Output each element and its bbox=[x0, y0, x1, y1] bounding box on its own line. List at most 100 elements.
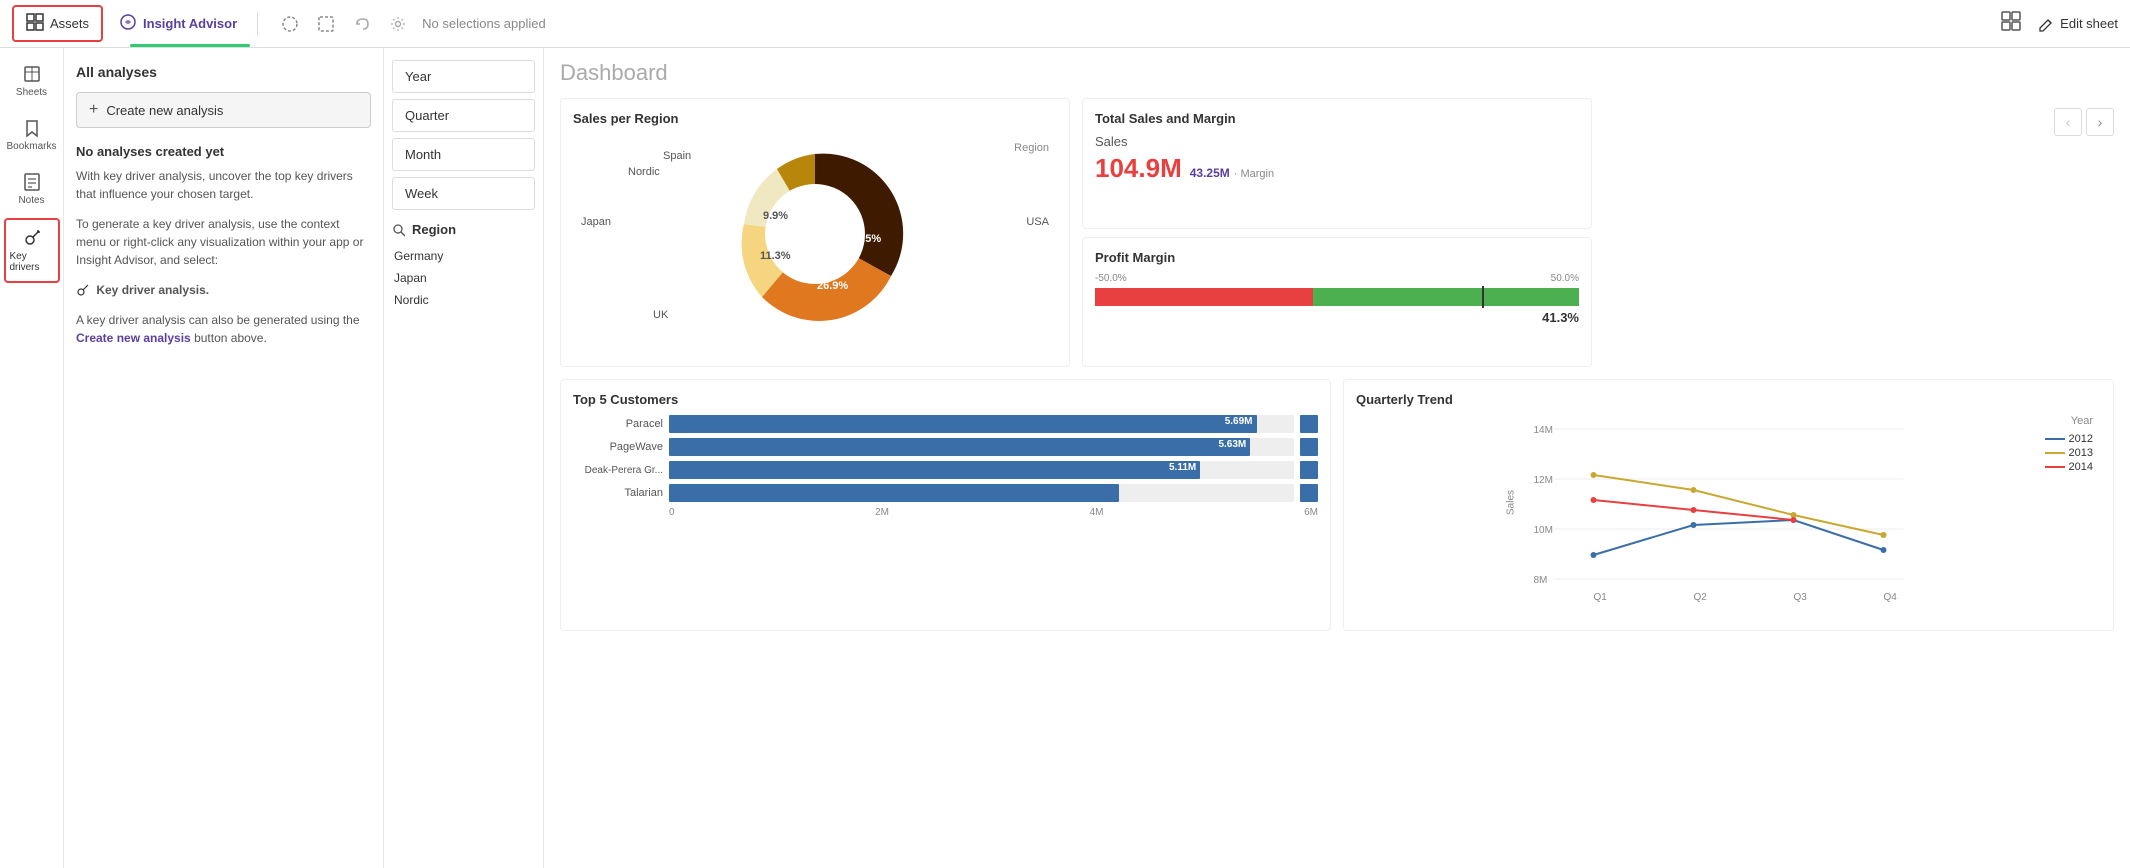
right-top-column: Total Sales and Margin Sales 104.9M 43.2… bbox=[1082, 98, 1592, 367]
analysis-desc-key: Key driver analysis. bbox=[76, 281, 371, 299]
trend-svg: 14M 12M 10M 8M Q1 Q2 Q3 Q4 bbox=[1356, 415, 2101, 615]
bar-row-deak: Deak-Perera Gr... 5.11M bbox=[573, 461, 1318, 479]
filter-year[interactable]: Year bbox=[392, 60, 535, 93]
bar-fill-talarian bbox=[669, 484, 1119, 502]
bar-row-pagewave: PageWave 5.63M bbox=[573, 438, 1318, 456]
legend-2012-label: 2012 bbox=[2069, 433, 2093, 445]
analysis-desc-2: To generate a key driver analysis, use t… bbox=[76, 215, 371, 269]
svg-text:Q1: Q1 bbox=[1594, 592, 1608, 603]
nav-tools bbox=[274, 8, 414, 40]
top-right-placeholder bbox=[1604, 98, 2114, 367]
region-header: Region bbox=[392, 222, 535, 237]
bar-axis: 0 2M 4M 6M bbox=[573, 507, 1318, 518]
svg-text:Q4: Q4 bbox=[1884, 592, 1898, 603]
axis-6m: 6M bbox=[1304, 507, 1318, 518]
bar-value-deak: 5.11M bbox=[1169, 462, 1196, 473]
region-legend-label: Region bbox=[1014, 142, 1049, 154]
lasso-tool-button[interactable] bbox=[274, 8, 306, 40]
key-driver-label: Key driver analysis. bbox=[96, 283, 209, 297]
bar-fill-pagewave: 5.63M bbox=[669, 438, 1250, 456]
profit-bar bbox=[1095, 288, 1579, 306]
top5-customers-card: Top 5 Customers Paracel 5.69M PageWave bbox=[560, 379, 1331, 631]
grid-view-icon[interactable] bbox=[2000, 10, 2022, 37]
edit-sheet-button[interactable]: Edit sheet bbox=[2038, 16, 2118, 32]
bottom-charts: Top 5 Customers Paracel 5.69M PageWave bbox=[560, 379, 2114, 631]
nav-separator bbox=[257, 12, 258, 36]
sidebar-item-notes[interactable]: Notes bbox=[4, 164, 60, 214]
usa-label: USA bbox=[1026, 216, 1049, 228]
axis-0: 0 bbox=[669, 507, 675, 518]
next-arrow-button[interactable]: › bbox=[2086, 108, 2114, 136]
profit-percent: 41.3% bbox=[1095, 310, 1579, 325]
quarterly-trend-card: Quarterly Trend Year 2012 2013 bbox=[1343, 379, 2114, 631]
undo-button[interactable] bbox=[346, 8, 378, 40]
bar-label-deak: Deak-Perera Gr... bbox=[573, 465, 663, 476]
sidebar-key-drivers-label: Key drivers bbox=[10, 251, 54, 273]
quarterly-chart-container: Year 2012 2013 2014 bbox=[1356, 415, 2101, 618]
svg-text:Sales: Sales bbox=[1506, 490, 1517, 515]
bar-mini-deak bbox=[1300, 461, 1318, 479]
profit-bar-red bbox=[1095, 288, 1313, 306]
year-legend: 2012 2013 2014 bbox=[2045, 433, 2093, 473]
svg-text:45.5%: 45.5% bbox=[850, 233, 881, 245]
region-germany[interactable]: Germany bbox=[392, 245, 535, 267]
no-analyses-title: No analyses created yet bbox=[76, 144, 371, 159]
total-sales-title: Total Sales and Margin bbox=[1095, 111, 1579, 126]
create-btn-label: Create new analysis bbox=[106, 103, 223, 118]
spain-label: Spain bbox=[663, 150, 691, 162]
sales-label: Sales bbox=[1095, 134, 1579, 149]
bar-track-deak: 5.11M bbox=[669, 461, 1294, 479]
prev-arrow-button[interactable]: ‹ bbox=[2054, 108, 2082, 136]
nav-right: Edit sheet bbox=[2000, 10, 2118, 37]
svg-text:9.9%: 9.9% bbox=[763, 210, 788, 222]
selection-tool-button[interactable] bbox=[310, 8, 342, 40]
bar-value-pagewave: 5.63M bbox=[1218, 439, 1246, 450]
legend-2013-line bbox=[2045, 452, 2065, 454]
bar-row-paracel: Paracel 5.69M bbox=[573, 415, 1318, 433]
assets-label: Assets bbox=[50, 16, 89, 31]
edit-sheet-label: Edit sheet bbox=[2060, 16, 2118, 31]
panel-title: All analyses bbox=[76, 64, 371, 80]
legend-2014-line bbox=[2045, 466, 2065, 468]
donut-chart: Region bbox=[573, 134, 1057, 354]
bar-row-talarian: Talarian bbox=[573, 484, 1318, 502]
profit-marker bbox=[1482, 286, 1484, 308]
nordic-label: Nordic bbox=[628, 166, 660, 178]
sidebar-sheets-label: Sheets bbox=[16, 87, 47, 98]
dashboard-title: Dashboard bbox=[560, 60, 2114, 86]
profit-scale-min: -50.0% bbox=[1095, 273, 1127, 284]
bar-mini-paracel bbox=[1300, 415, 1318, 433]
sidebar-item-bookmarks[interactable]: Bookmarks bbox=[4, 110, 60, 160]
profit-scale-max: 50.0% bbox=[1551, 273, 1579, 284]
insight-advisor-button[interactable]: Insight Advisor bbox=[107, 7, 249, 40]
sidebar-item-key-drivers[interactable]: Key drivers bbox=[4, 218, 60, 283]
bar-mini-pagewave bbox=[1300, 438, 1318, 456]
donut-svg: 45.5% 26.9% 11.3% 9.9% bbox=[573, 134, 1057, 334]
legend-2014: 2014 bbox=[2045, 461, 2093, 473]
sidebar-item-sheets[interactable]: Sheets bbox=[4, 56, 60, 106]
region-nordic[interactable]: Nordic bbox=[392, 289, 535, 311]
region-japan[interactable]: Japan bbox=[392, 267, 535, 289]
create-analysis-button[interactable]: + Create new analysis bbox=[76, 92, 371, 128]
quarterly-trend-title: Quarterly Trend bbox=[1356, 392, 2101, 407]
year-legend-title: Year bbox=[2071, 415, 2093, 427]
axis-4m: 4M bbox=[1090, 507, 1104, 518]
analysis-desc-3: A key driver analysis can also be genera… bbox=[76, 311, 371, 347]
legend-2013-label: 2013 bbox=[2069, 447, 2093, 459]
filter-week[interactable]: Week bbox=[392, 177, 535, 210]
legend-2012-line bbox=[2045, 438, 2065, 440]
bar-label-paracel: Paracel bbox=[573, 418, 663, 430]
dashboard-content: Dashboard ‹ › Sales per Region Region bbox=[544, 48, 2130, 868]
filters-panel: Year Quarter Month Week Region Germany J… bbox=[384, 48, 544, 868]
settings-button[interactable] bbox=[382, 8, 414, 40]
key-driver-icon bbox=[76, 283, 92, 297]
filter-quarter[interactable]: Quarter bbox=[392, 99, 535, 132]
sales-value: 104.9M bbox=[1095, 153, 1182, 184]
bar-chart: Paracel 5.69M PageWave 5.63M bbox=[573, 415, 1318, 502]
filter-month[interactable]: Month bbox=[392, 138, 535, 171]
svg-text:26.9%: 26.9% bbox=[817, 280, 848, 292]
bar-label-pagewave: PageWave bbox=[573, 441, 663, 453]
margin-suffix: · Margin bbox=[1234, 168, 1274, 180]
bar-track-paracel: 5.69M bbox=[669, 415, 1294, 433]
assets-button[interactable]: Assets bbox=[12, 5, 103, 42]
